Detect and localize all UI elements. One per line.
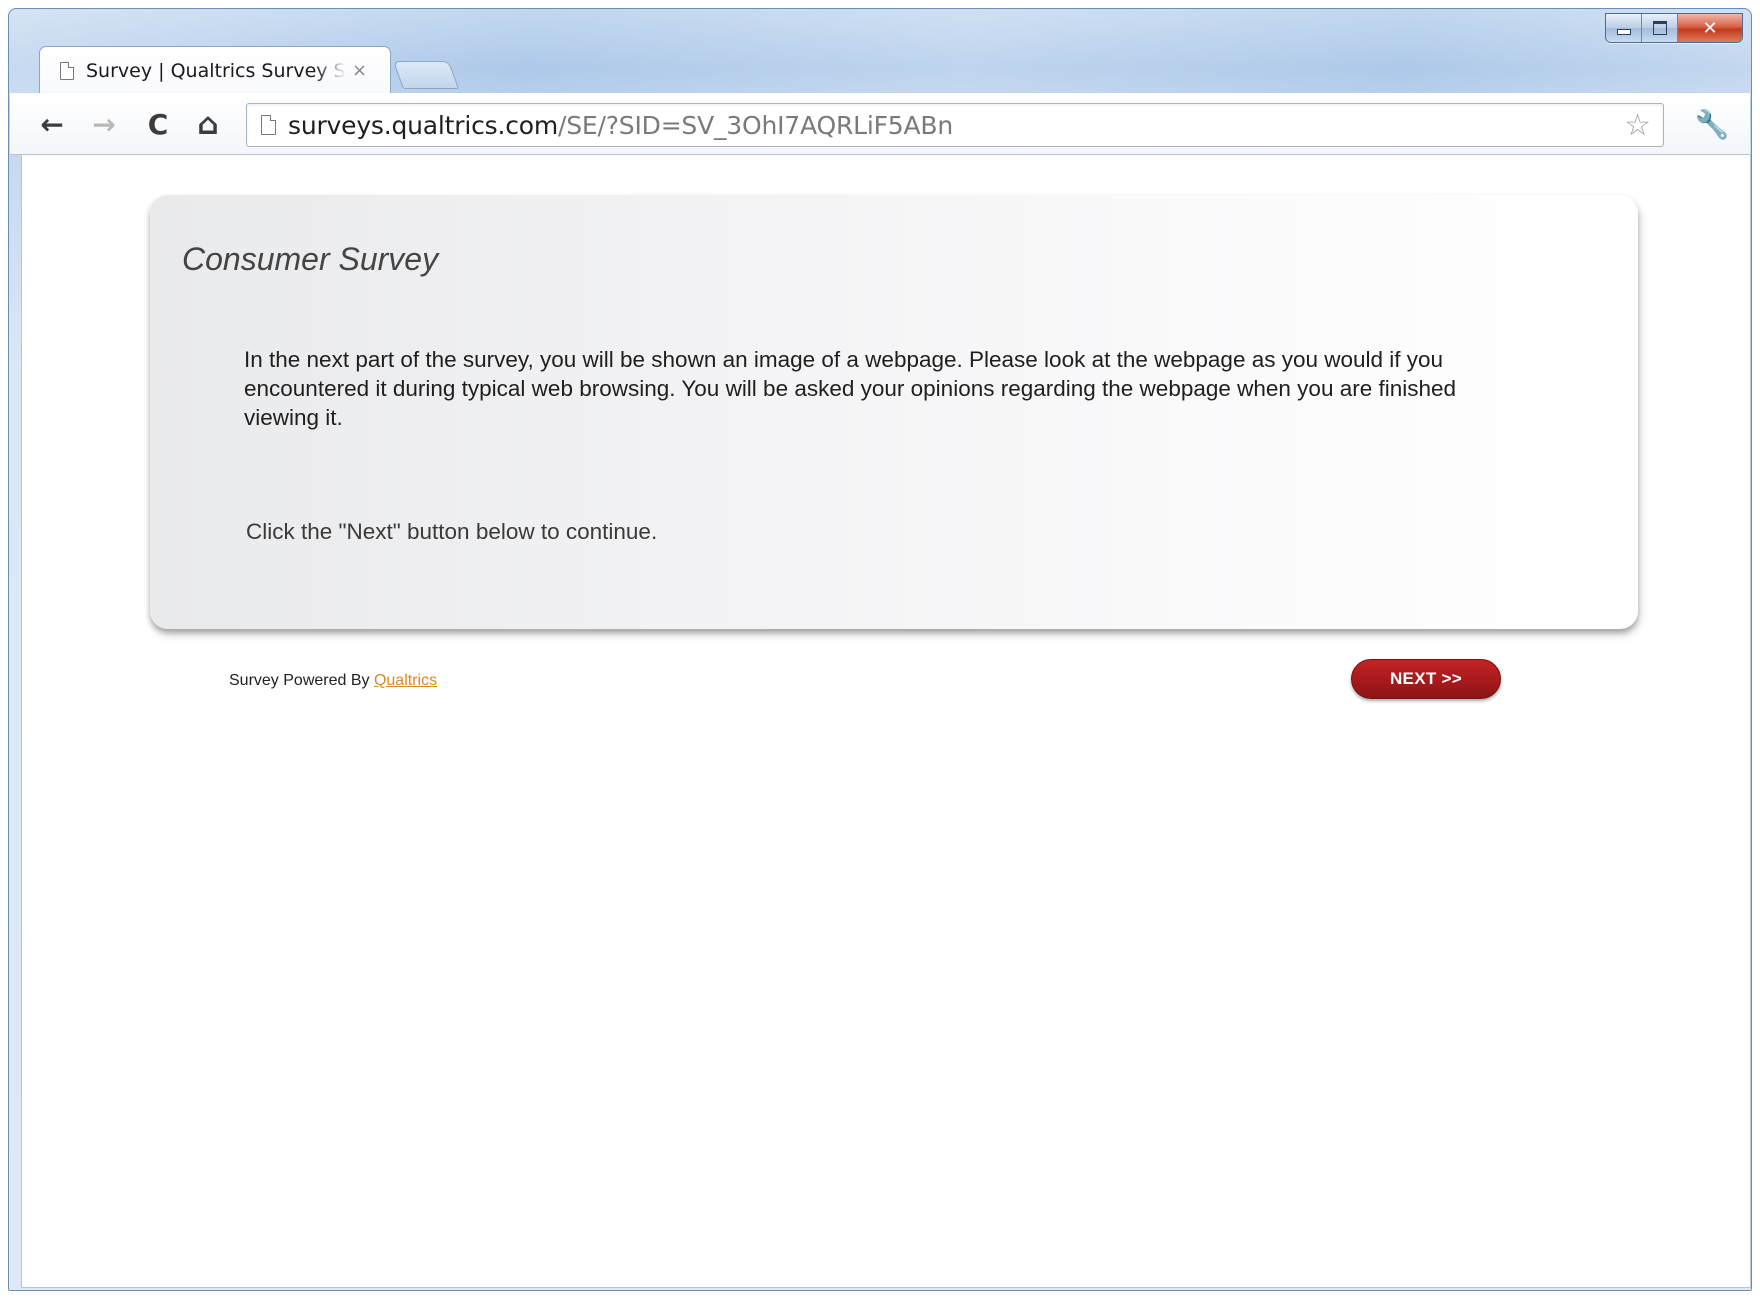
settings-wrench-button[interactable]: 🔧 (1694, 107, 1730, 141)
page-icon (60, 61, 74, 80)
survey-instruction-text: Click the "Next" button below to continu… (246, 519, 658, 544)
tab-close-icon[interactable]: × (352, 60, 367, 81)
close-window-button[interactable]: ✕ (1678, 14, 1742, 42)
back-button[interactable]: ← (32, 107, 72, 141)
reload-button[interactable]: C (138, 107, 178, 141)
survey-title: Consumer Survey (182, 241, 439, 277)
next-button[interactable]: NEXT >> (1351, 659, 1501, 699)
browser-tab-active[interactable]: Survey | Qualtrics Survey Software × (39, 46, 391, 94)
powered-by-label: Survey Powered By (229, 672, 374, 689)
forward-button[interactable]: → (84, 107, 124, 141)
tab-title: Survey | Qualtrics Survey Software (86, 59, 346, 82)
page-viewport: Consumer Survey In the next part of the … (21, 155, 1751, 1288)
url-host: surveys.qualtrics.com (288, 110, 559, 140)
forward-arrow-icon: → (92, 107, 116, 141)
minimize-button[interactable] (1606, 14, 1642, 42)
bookmark-star-icon[interactable]: ☆ (1624, 108, 1651, 143)
browser-toolbar: ← → C ⌂ surveys.qualtrics.com/SE/?SID=SV… (10, 93, 1750, 155)
back-arrow-icon: ← (40, 107, 64, 141)
address-bar[interactable]: surveys.qualtrics.com/SE/?SID=SV_3OhI7AQ… (246, 103, 1664, 147)
qualtrics-link[interactable]: Qualtrics (374, 672, 437, 689)
window-controls: ✕ (1605, 13, 1743, 43)
home-button[interactable]: ⌂ (188, 106, 228, 142)
page-icon (261, 115, 276, 135)
close-icon: ✕ (1702, 17, 1718, 39)
survey-question-card: Consumer Survey In the next part of the … (150, 195, 1638, 629)
powered-by-footer: Survey Powered By Qualtrics (229, 672, 437, 690)
maximize-button[interactable] (1642, 14, 1678, 42)
home-icon: ⌂ (197, 106, 219, 142)
new-tab-button[interactable] (392, 61, 460, 89)
maximize-icon (1652, 21, 1667, 35)
browser-window: ✕ Survey | Qualtrics Survey Software × ←… (8, 8, 1752, 1291)
reload-icon: C (147, 107, 169, 141)
url-path: /SE/?SID=SV_3OhI7AQRLiF5ABn (558, 110, 953, 140)
survey-intro-text: In the next part of the survey, you will… (244, 347, 1457, 430)
wrench-icon: 🔧 (1694, 107, 1730, 141)
url-text[interactable]: surveys.qualtrics.com/SE/?SID=SV_3OhI7AQ… (288, 111, 953, 140)
minimize-icon (1616, 29, 1631, 35)
